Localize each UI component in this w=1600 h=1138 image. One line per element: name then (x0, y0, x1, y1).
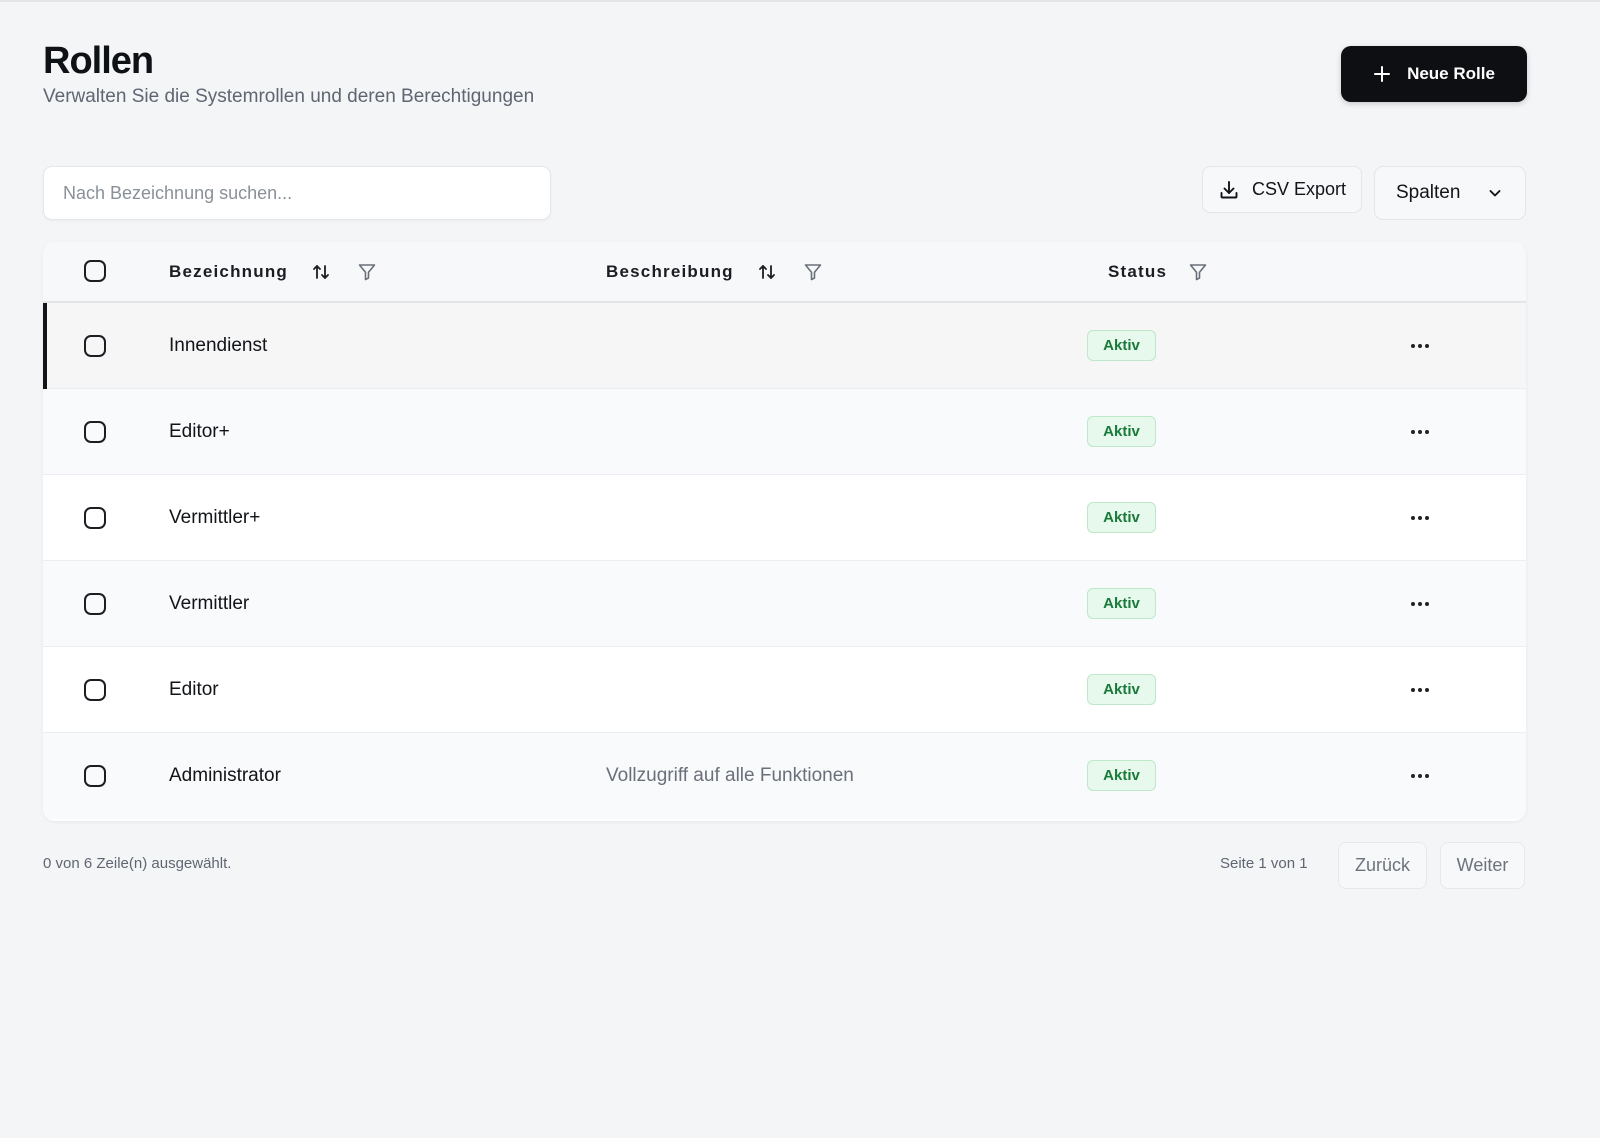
chevron-down-icon (1487, 185, 1503, 201)
page-title: Rollen (43, 40, 154, 82)
column-label: Beschreibung (606, 261, 734, 281)
sort-icon[interactable] (310, 262, 332, 282)
role-name: Editor (169, 679, 219, 700)
columns-label: Spalten (1396, 182, 1461, 203)
new-role-button-label: Neue Rolle (1407, 64, 1495, 83)
active-row-indicator (43, 303, 47, 389)
status-badge: Aktiv (1087, 588, 1156, 619)
column-header-bezeichnung: Bezeichnung (169, 242, 378, 301)
role-name: Innendienst (169, 335, 268, 356)
more-horizontal-icon (1411, 516, 1429, 520)
selection-count: 0 von 6 Zeile(n) ausgewählt. (43, 855, 232, 872)
filter-icon[interactable] (1187, 262, 1209, 282)
role-name: Administrator (169, 765, 281, 786)
table-row[interactable]: Innendienst Aktiv (43, 303, 1526, 389)
more-horizontal-icon (1411, 774, 1429, 778)
role-description: Vollzugriff auf alle Funktionen (606, 765, 854, 786)
role-name: Vermittler+ (169, 507, 261, 528)
table-row[interactable]: Vermittler+ Aktiv (43, 475, 1526, 561)
sort-icon[interactable] (756, 262, 778, 282)
column-label: Bezeichnung (169, 261, 288, 281)
row-checkbox[interactable] (84, 335, 106, 357)
table-row[interactable]: Editor+ Aktiv (43, 389, 1526, 475)
row-checkbox[interactable] (84, 765, 106, 787)
csv-export-label: CSV Export (1251, 179, 1347, 199)
status-badge: Aktiv (1087, 330, 1156, 361)
previous-page-button[interactable]: Zurück (1338, 842, 1427, 889)
row-checkbox[interactable] (84, 421, 106, 443)
row-checkbox[interactable] (84, 507, 106, 529)
table-row[interactable]: Editor Aktiv (43, 647, 1526, 733)
more-horizontal-icon (1411, 344, 1429, 348)
column-header-beschreibung: Beschreibung (606, 242, 824, 301)
more-horizontal-icon (1411, 602, 1429, 606)
roles-table: Bezeichnung Beschreibung Status Innendie… (43, 242, 1526, 821)
row-actions-button[interactable] (1401, 331, 1439, 361)
new-role-button[interactable]: Neue Rolle (1341, 46, 1527, 102)
roles-page: Rollen Verwalten Sie die Systemrollen un… (0, 0, 1600, 1138)
table-row[interactable]: Vermittler Aktiv (43, 561, 1526, 647)
status-badge: Aktiv (1087, 502, 1156, 533)
download-icon (1218, 179, 1240, 201)
table-header: Bezeichnung Beschreibung Status (43, 242, 1526, 303)
plus-icon (1373, 65, 1391, 83)
more-horizontal-icon (1411, 688, 1429, 692)
next-page-button[interactable]: Weiter (1440, 842, 1525, 889)
select-all-checkbox[interactable] (84, 260, 106, 282)
filter-icon[interactable] (356, 262, 378, 282)
row-actions-button[interactable] (1401, 589, 1439, 619)
status-badge: Aktiv (1087, 760, 1156, 791)
search-input[interactable] (43, 166, 551, 220)
row-checkbox[interactable] (84, 679, 106, 701)
role-name: Editor+ (169, 421, 230, 442)
page-subtitle: Verwalten Sie die Systemrollen und deren… (43, 86, 535, 107)
row-checkbox[interactable] (84, 593, 106, 615)
columns-dropdown[interactable]: Spalten (1374, 166, 1526, 220)
more-horizontal-icon (1411, 430, 1429, 434)
page-indicator: Seite 1 von 1 (1220, 855, 1308, 872)
status-badge: Aktiv (1087, 674, 1156, 705)
row-actions-button[interactable] (1401, 675, 1439, 705)
row-actions-button[interactable] (1401, 417, 1439, 447)
row-actions-button[interactable] (1401, 761, 1439, 791)
filter-icon[interactable] (802, 262, 824, 282)
column-label: Status (1108, 261, 1168, 281)
table-row[interactable]: Administrator Vollzugriff auf alle Funkt… (43, 733, 1526, 819)
csv-export-button[interactable]: CSV Export (1202, 166, 1362, 213)
status-badge: Aktiv (1087, 416, 1156, 447)
role-name: Vermittler (169, 593, 250, 614)
column-header-status: Status (1108, 242, 1209, 301)
row-actions-button[interactable] (1401, 503, 1439, 533)
